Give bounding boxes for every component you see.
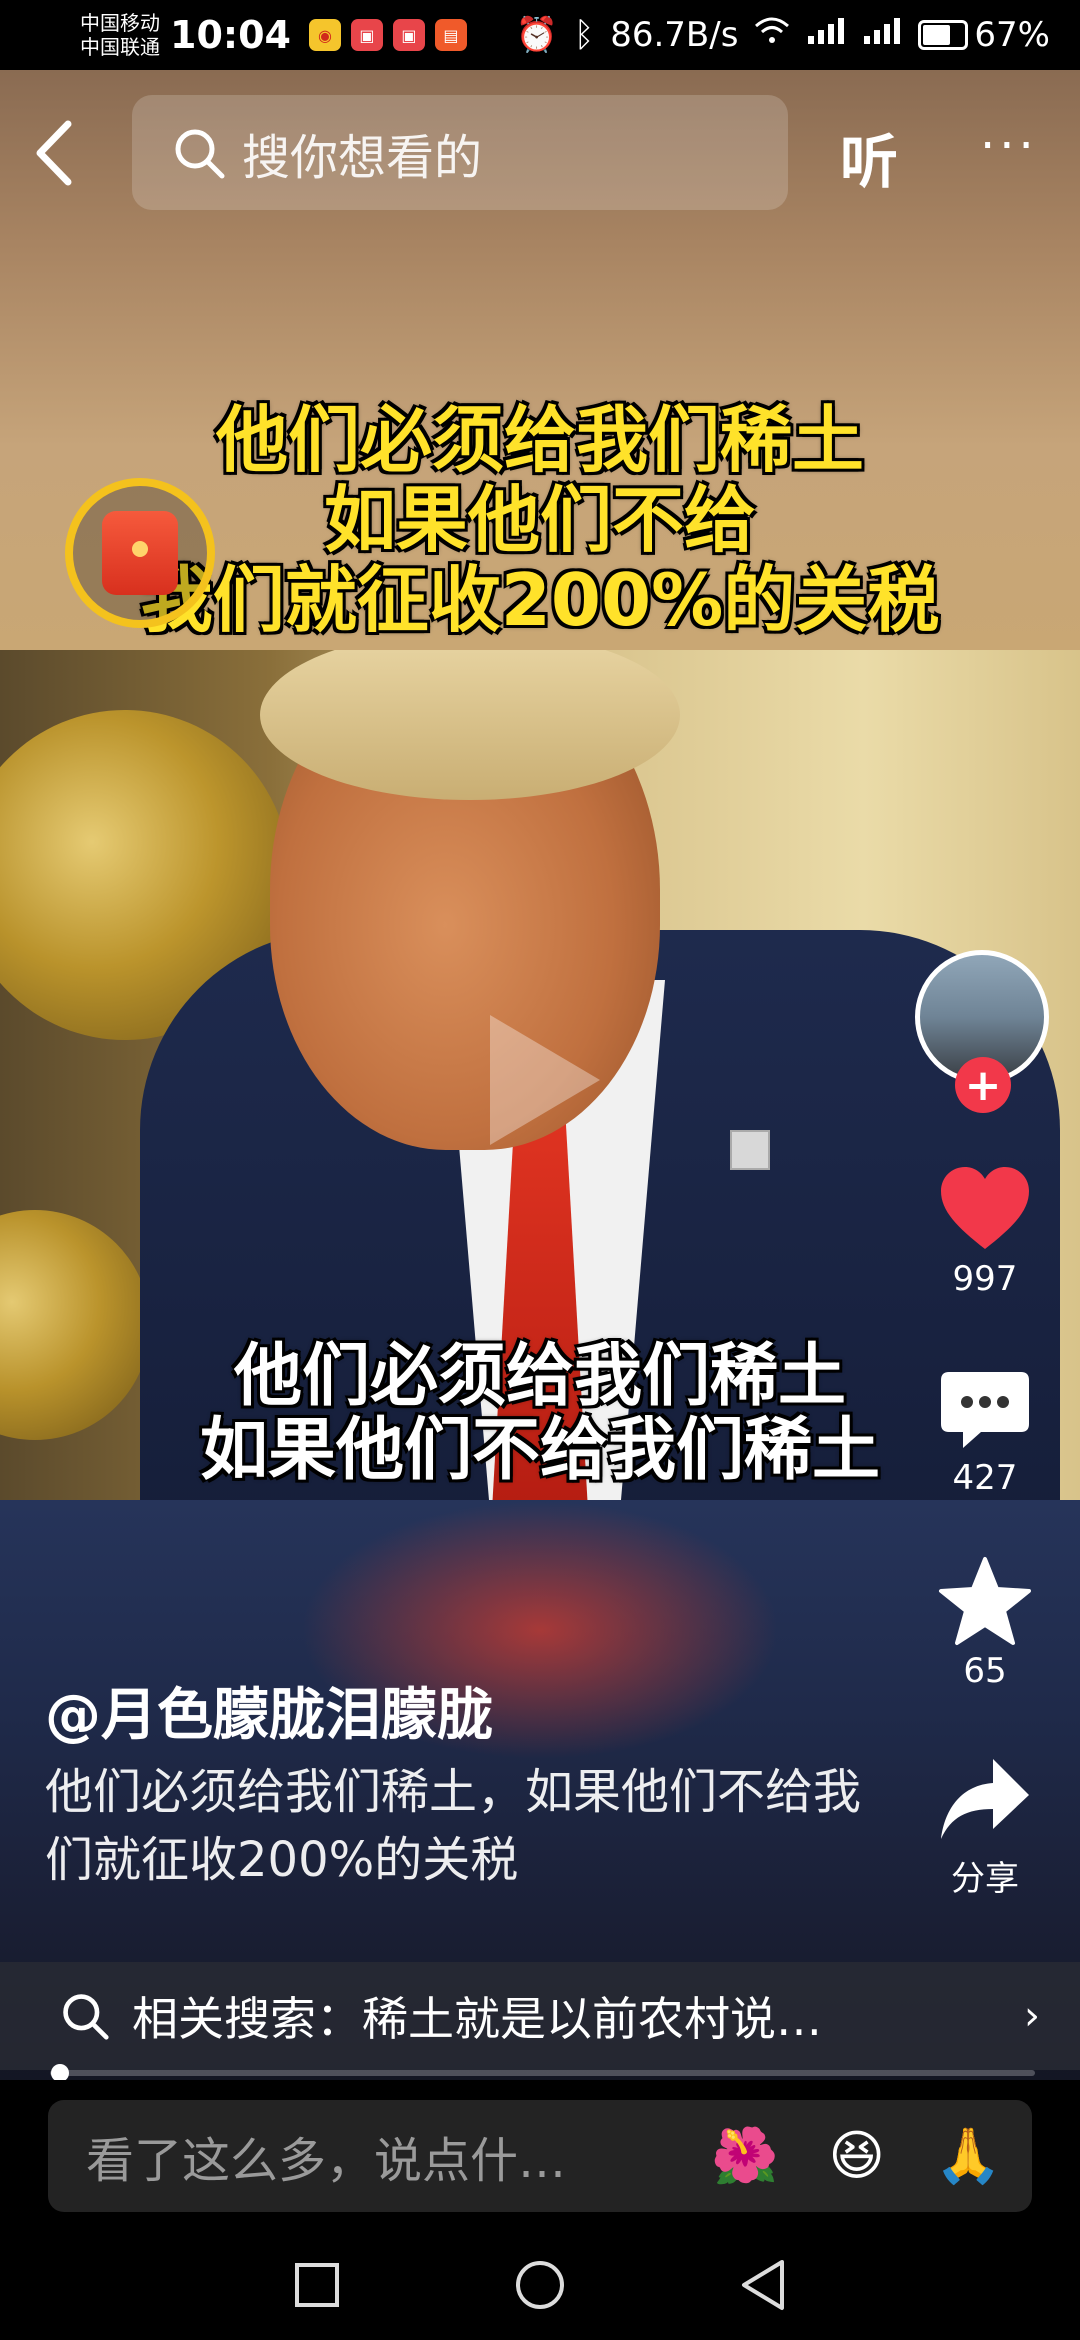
comment-icon: [910, 1368, 1060, 1454]
system-nav-bar: [0, 2230, 1080, 2340]
star-icon: [910, 1555, 1060, 1647]
video-progress-bar[interactable]: [50, 2070, 1035, 2076]
share-icon: [910, 1755, 1060, 1847]
back-nav-icon[interactable]: [738, 2257, 788, 2313]
red-packet-widget[interactable]: [65, 478, 215, 628]
flag-pin: [730, 1130, 770, 1170]
author-name[interactable]: @月色朦胧泪朦胧: [45, 1670, 493, 1751]
favorite-button[interactable]: 65: [910, 1555, 1060, 1691]
battery: 67%: [918, 15, 1050, 55]
like-button[interactable]: 997: [910, 1165, 1060, 1299]
laugh-emoji-button[interactable]: 😆: [828, 2124, 884, 2188]
chevron-right-icon: ›: [1024, 1993, 1040, 2039]
search-input[interactable]: 搜你想看的: [132, 95, 788, 210]
huawei-store-icon-2: ▣: [392, 19, 425, 51]
bottom-caption-line: 如果他们不给我们稀土: [199, 1411, 880, 1490]
back-icon: [36, 120, 72, 186]
status-bar: 中国移动 中国联通 10:04 ◉ ▣ ▣ ▤ ⏰ ᛒ 86.7B/s 67%: [0, 0, 1080, 70]
bluetooth-icon: ᛒ: [573, 15, 595, 55]
wifi-icon: [754, 15, 790, 55]
listen-button[interactable]: 听: [840, 115, 898, 199]
top-caption-line: 他们必须给我们稀土: [215, 398, 864, 482]
search-icon: [175, 129, 225, 178]
share-button[interactable]: 分享: [910, 1755, 1060, 1900]
signal-icon-2: [862, 15, 902, 55]
share-label: 分享: [951, 1859, 1019, 1899]
back-button[interactable]: [30, 118, 80, 188]
status-right: ⏰ ᛒ 86.7B/s 67%: [515, 15, 1050, 55]
more-button[interactable]: ···: [980, 118, 1038, 174]
app-notification-icon: ▤: [434, 19, 467, 51]
red-packet-icon: [102, 511, 178, 595]
carrier-2: 中国联通: [80, 35, 160, 59]
search-icon: [63, 1994, 109, 2040]
home-icon[interactable]: [512, 2257, 568, 2313]
comment-count: 427: [952, 1458, 1018, 1498]
favorite-count: 65: [963, 1651, 1007, 1691]
bottom-caption-line: 他们必须给我们稀土: [233, 1337, 846, 1416]
signal-icon: [806, 15, 846, 55]
comment-button[interactable]: 427: [910, 1368, 1060, 1498]
pray-emoji-button[interactable]: 🙏: [935, 2124, 1002, 2188]
recent-apps-icon[interactable]: [292, 2260, 342, 2310]
net-speed: 86.7B/s: [610, 15, 739, 55]
flower-emoji-button[interactable]: 🌺: [711, 2124, 778, 2188]
search-placeholder: 搜你想看的: [242, 129, 483, 186]
heart-icon: [910, 1165, 1060, 1255]
bottom-caption: 他们必须给我们稀土 如果他们不给我们稀土: [60, 1340, 1020, 1488]
clock: 10:04: [170, 13, 291, 57]
comment-input[interactable]: 看了这么多，说点什… 🌺 😆 🙏: [48, 2100, 1032, 2212]
battery-level: 67%: [974, 15, 1050, 55]
huawei-store-icon: ▣: [350, 19, 383, 51]
carrier-names: 中国移动 中国联通: [80, 11, 160, 59]
alarm-icon: ⏰: [515, 15, 558, 55]
carrier-1: 中国移动: [80, 11, 160, 35]
follow-button[interactable]: +: [955, 1057, 1011, 1113]
post-description[interactable]: 他们必须给我们稀土，如果他们不给我们就征收200%的关税: [45, 1758, 865, 1894]
notification-icons: ◉ ▣ ▣ ▤: [308, 19, 467, 51]
like-count: 997: [952, 1259, 1018, 1299]
related-search-text: 相关搜索：稀土就是以前农村说…: [132, 1992, 822, 2046]
battery-icon: [918, 20, 969, 50]
quick-emojis: 🌺 😆 🙏: [711, 2124, 1002, 2188]
related-search-bar[interactable]: 相关搜索：稀土就是以前农村说… ›: [0, 1962, 1080, 2070]
comment-placeholder: 看了这么多，说点什…: [86, 2133, 567, 2189]
weibo-icon: ◉: [308, 19, 341, 51]
